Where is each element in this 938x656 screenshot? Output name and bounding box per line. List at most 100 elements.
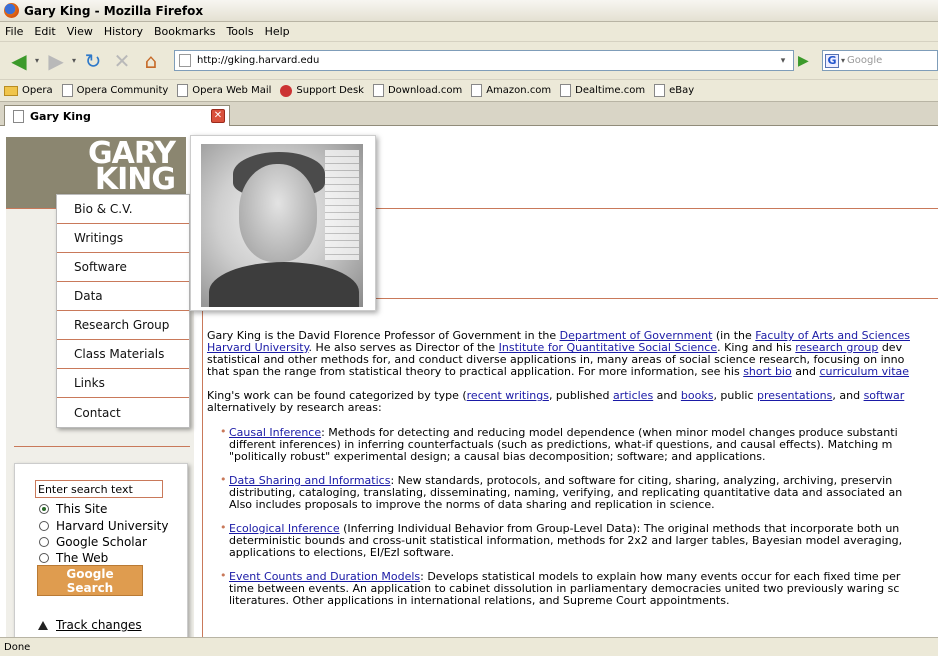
- list-item: Event Counts and Duration Models: Develo…: [220, 570, 938, 607]
- search-bar[interactable]: G ▾ Google: [822, 50, 938, 71]
- url-dropdown-icon[interactable]: ▾: [775, 52, 791, 69]
- link-short-bio[interactable]: short bio: [743, 365, 792, 378]
- radio-label: Google Scholar: [56, 535, 147, 549]
- forward-history-dropdown-icon[interactable]: ▾: [72, 56, 76, 65]
- radio-icon: [39, 553, 49, 563]
- radio-label: This Site: [56, 502, 108, 516]
- menu-view[interactable]: View: [67, 25, 93, 38]
- bookmark-label: Dealtime.com: [575, 85, 646, 96]
- window-title: Gary King - Mozilla Firefox: [24, 3, 204, 18]
- radio-this-site[interactable]: This Site: [39, 502, 107, 516]
- link-presentations[interactable]: presentations: [757, 389, 832, 402]
- portrait-body: [209, 262, 359, 307]
- home-icon[interactable]: ⌂: [138, 48, 164, 74]
- engine-dropdown-icon[interactable]: ▾: [841, 56, 845, 65]
- menu-edit[interactable]: Edit: [34, 25, 55, 38]
- intro-line: King's work can be found categorized by …: [207, 390, 938, 414]
- forward-arrow-icon[interactable]: ▶: [43, 48, 69, 74]
- bookmark-amazon-com[interactable]: Amazon.com: [471, 84, 551, 97]
- menu-history[interactable]: History: [104, 25, 143, 38]
- page-icon: [372, 84, 384, 97]
- track-changes-link[interactable]: Track changes: [56, 618, 142, 632]
- portrait-photo: [201, 144, 363, 307]
- search-input[interactable]: [35, 480, 163, 498]
- link-books[interactable]: books: [681, 389, 714, 402]
- text: Also includes proposals to improve the n…: [229, 498, 715, 511]
- status-bar: Done: [0, 637, 938, 656]
- stop-icon[interactable]: ✕: [109, 48, 135, 74]
- bookmark-label: Download.com: [387, 85, 463, 96]
- navigation-toolbar: ◀ ▾ ▶ ▾ ↻ ✕ ⌂ http://gking.harvard.edu ▾…: [0, 42, 938, 80]
- nav-links[interactable]: Links: [57, 369, 189, 398]
- menu-help[interactable]: Help: [265, 25, 290, 38]
- status-text: Done: [4, 641, 31, 653]
- warning-triangle-icon: [38, 620, 48, 630]
- menu-bookmarks[interactable]: Bookmarks: [154, 25, 215, 38]
- list-item: Ecological Inference (Inferring Individu…: [220, 522, 938, 559]
- back-history-dropdown-icon[interactable]: ▾: [35, 56, 39, 65]
- button-line: Search: [66, 581, 114, 595]
- link-curriculum-vitae[interactable]: curriculum vitae: [819, 365, 909, 378]
- search-placeholder[interactable]: Google: [847, 55, 882, 66]
- bookmark-support-desk[interactable]: Support Desk: [280, 84, 364, 97]
- menu-file[interactable]: File: [5, 25, 23, 38]
- link-recent-writings[interactable]: recent writings: [467, 389, 549, 402]
- close-tab-icon[interactable]: ✕: [211, 109, 225, 123]
- radio-harvard[interactable]: Harvard University: [39, 519, 168, 533]
- support-icon: [280, 84, 293, 97]
- go-arrow-icon[interactable]: ▶: [798, 53, 809, 69]
- url-bar[interactable]: http://gking.harvard.edu ▾: [174, 50, 794, 71]
- list-item: Data Sharing and Informatics: New standa…: [220, 474, 938, 511]
- bookmark-dealtime-com[interactable]: Dealtime.com: [560, 84, 645, 97]
- site-nav: Bio & C.V. Writings Software Data Resear…: [56, 194, 190, 428]
- radio-selected-icon: [39, 504, 49, 514]
- bookmark-label: Amazon.com: [486, 85, 552, 96]
- radio-icon: [39, 521, 49, 531]
- bookmark-opera[interactable]: Opera: [4, 85, 53, 96]
- url-text[interactable]: http://gking.harvard.edu: [197, 55, 319, 66]
- main-text: Gary King is the David Florence Professo…: [207, 330, 938, 619]
- nav-software[interactable]: Software: [57, 253, 189, 282]
- track-changes[interactable]: Track changes: [38, 618, 142, 632]
- nav-writings[interactable]: Writings: [57, 224, 189, 253]
- research-areas-list: Causal Inference: Methods for detecting …: [207, 426, 938, 607]
- back-arrow-icon[interactable]: ◀: [6, 48, 32, 74]
- nav-contact[interactable]: Contact: [57, 398, 189, 427]
- tab-bar: Gary King ✕: [0, 102, 938, 127]
- link-software[interactable]: softwar: [864, 389, 905, 402]
- portrait-frame: [190, 135, 376, 311]
- nav-bio-cv[interactable]: Bio & C.V.: [57, 195, 189, 224]
- google-search-button[interactable]: Google Search: [37, 565, 143, 596]
- tab-gary-king[interactable]: Gary King ✕: [4, 105, 230, 127]
- bookmark-opera-web-mail[interactable]: Opera Web Mail: [177, 84, 271, 97]
- page-icon: [179, 54, 191, 67]
- radio-the-web[interactable]: The Web: [39, 551, 108, 565]
- text: literatures. Other applications in inter…: [229, 594, 730, 607]
- bookmark-opera-community[interactable]: Opera Community: [61, 84, 168, 97]
- site-search-box: This Site Harvard University Google Scho…: [14, 463, 188, 637]
- radio-label: The Web: [56, 551, 109, 565]
- button-line: Google: [66, 567, 114, 581]
- menu-tools[interactable]: Tools: [226, 25, 253, 38]
- radio-google-scholar[interactable]: Google Scholar: [39, 535, 147, 549]
- text: and: [653, 389, 681, 402]
- link-articles[interactable]: articles: [613, 389, 653, 402]
- window-titlebar: Gary King - Mozilla Firefox: [0, 0, 938, 22]
- reload-icon[interactable]: ↻: [80, 48, 106, 74]
- text: , published: [548, 389, 613, 402]
- nav-data[interactable]: Data: [57, 282, 189, 311]
- site-logo[interactable]: GARY KING: [88, 139, 176, 197]
- bookmark-ebay[interactable]: eBay: [654, 84, 694, 97]
- bookmark-label: Opera: [22, 85, 53, 96]
- page-icon: [177, 84, 189, 97]
- bookmark-download-com[interactable]: Download.com: [372, 84, 463, 97]
- logo-line: KING: [94, 162, 176, 197]
- divider: [14, 446, 190, 447]
- nav-class-materials[interactable]: Class Materials: [57, 340, 189, 369]
- page-content: GARY KING Bio & C.V. Writings Software D…: [0, 126, 938, 637]
- menu-bar: File Edit View History Bookmarks Tools H…: [0, 22, 938, 42]
- page-icon: [471, 84, 483, 97]
- google-engine-icon[interactable]: G: [825, 53, 839, 68]
- portrait-face: [239, 164, 317, 262]
- nav-research-group[interactable]: Research Group: [57, 311, 189, 340]
